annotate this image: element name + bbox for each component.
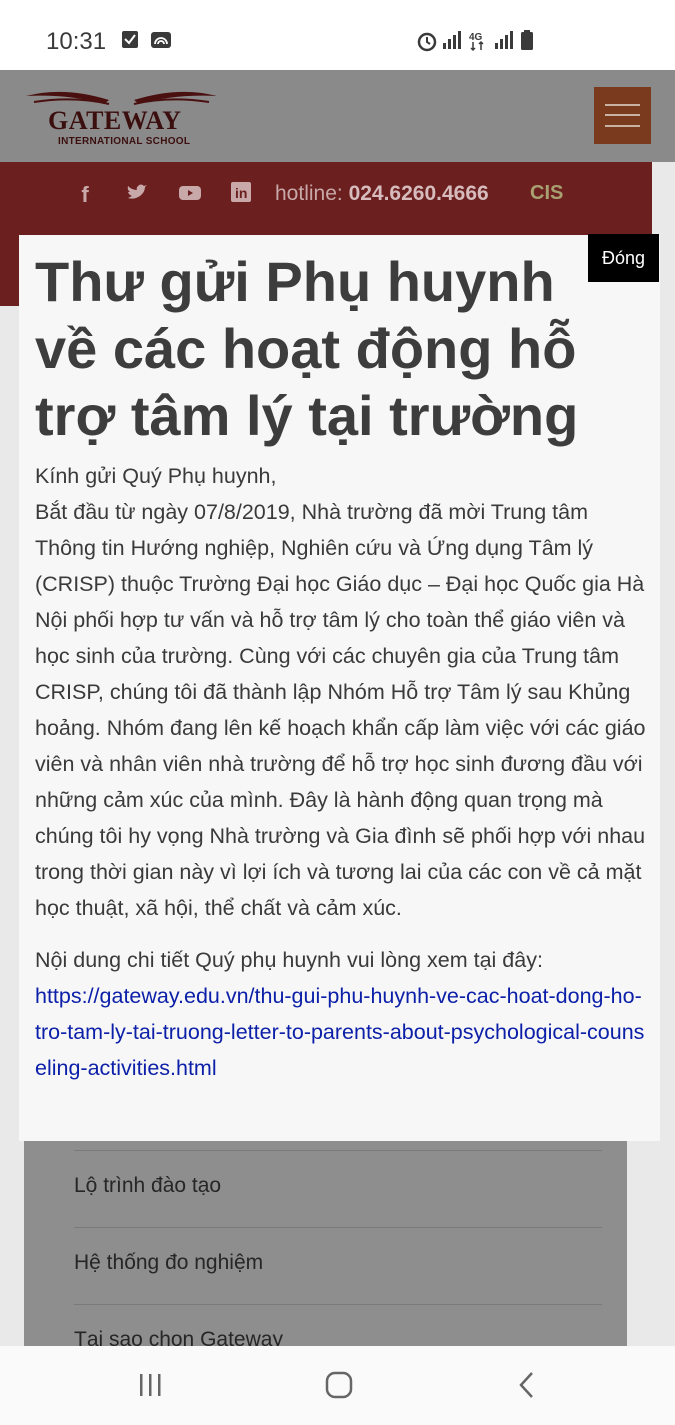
details-link[interactable]: https://gateway.edu.vn/thu-gui-phu-huynh…	[35, 984, 644, 1080]
system-nav-bar	[0, 1346, 675, 1425]
hotline-number: 024.6260.4666	[348, 182, 489, 205]
cast-icon	[151, 32, 171, 48]
checkbox-notification-icon	[122, 31, 138, 48]
cis-logo: CIS	[530, 182, 564, 204]
battery-icon	[521, 30, 533, 50]
hotline[interactable]: hotline: 024.6260.4666	[275, 182, 489, 206]
logo-name: GATEWAY	[48, 106, 182, 135]
greeting-text: Kính gửi Quý Phụ huynh,	[35, 464, 277, 488]
logo-subtitle: INTERNATIONAL SCHOOL	[58, 136, 191, 147]
close-button[interactable]: Đóng	[588, 234, 659, 282]
body-text: Bắt đầu từ ngày 07/8/2019, Nhà trường đã…	[35, 500, 646, 920]
modal-title: Thư gửi Phụ huynh về các hoạt động hỗ tr…	[35, 250, 579, 447]
svg-text:4G: 4G	[469, 32, 483, 43]
menu-item-training-path[interactable]: Lộ trình đào tạo	[74, 1174, 602, 1198]
signal-icon	[495, 31, 513, 49]
status-time: 10:31	[46, 28, 107, 55]
signal-icon	[443, 31, 461, 49]
divider	[74, 1227, 602, 1228]
hotline-label: hotline:	[275, 182, 343, 205]
back-icon[interactable]	[516, 1370, 538, 1400]
menu-line	[605, 104, 640, 106]
divider	[74, 1304, 602, 1305]
status-bar: 10:31 4G	[0, 0, 675, 70]
site-header: GATEWAY INTERNATIONAL SCHOOL	[0, 70, 675, 162]
menu-item-why-gateway[interactable]: Tại sao chọn Gateway	[74, 1328, 602, 1346]
hamburger-menu-button[interactable]	[594, 87, 651, 144]
4g-data-icon: 4G	[469, 32, 484, 52]
facebook-icon[interactable]: f	[74, 182, 96, 208]
youtube-icon[interactable]	[178, 182, 201, 208]
divider	[74, 1150, 602, 1151]
alarm-icon	[417, 32, 437, 52]
menu-line	[605, 125, 640, 127]
background-side-menu: Lộ trình đào tạo Hệ thống đo nghiệm Tại …	[24, 1150, 627, 1346]
menu-line	[605, 114, 640, 116]
home-icon[interactable]	[324, 1370, 354, 1400]
linkedin-icon[interactable]: in	[230, 181, 252, 209]
menu-item-assessment-system[interactable]: Hệ thống đo nghiệm	[74, 1251, 602, 1275]
social-links: f in	[74, 180, 282, 210]
details-prompt: Nội dung chi tiết Quý phụ huynh vui lòng…	[35, 948, 543, 972]
gateway-logo[interactable]: GATEWAY INTERNATIONAL SCHOOL	[24, 84, 219, 150]
modal-body: Kính gửi Quý Phụ huynh, Bắt đầu từ ngày …	[35, 458, 647, 1086]
svg-text:in: in	[235, 185, 247, 201]
twitter-icon[interactable]	[126, 182, 148, 208]
recent-apps-icon[interactable]	[137, 1370, 165, 1400]
